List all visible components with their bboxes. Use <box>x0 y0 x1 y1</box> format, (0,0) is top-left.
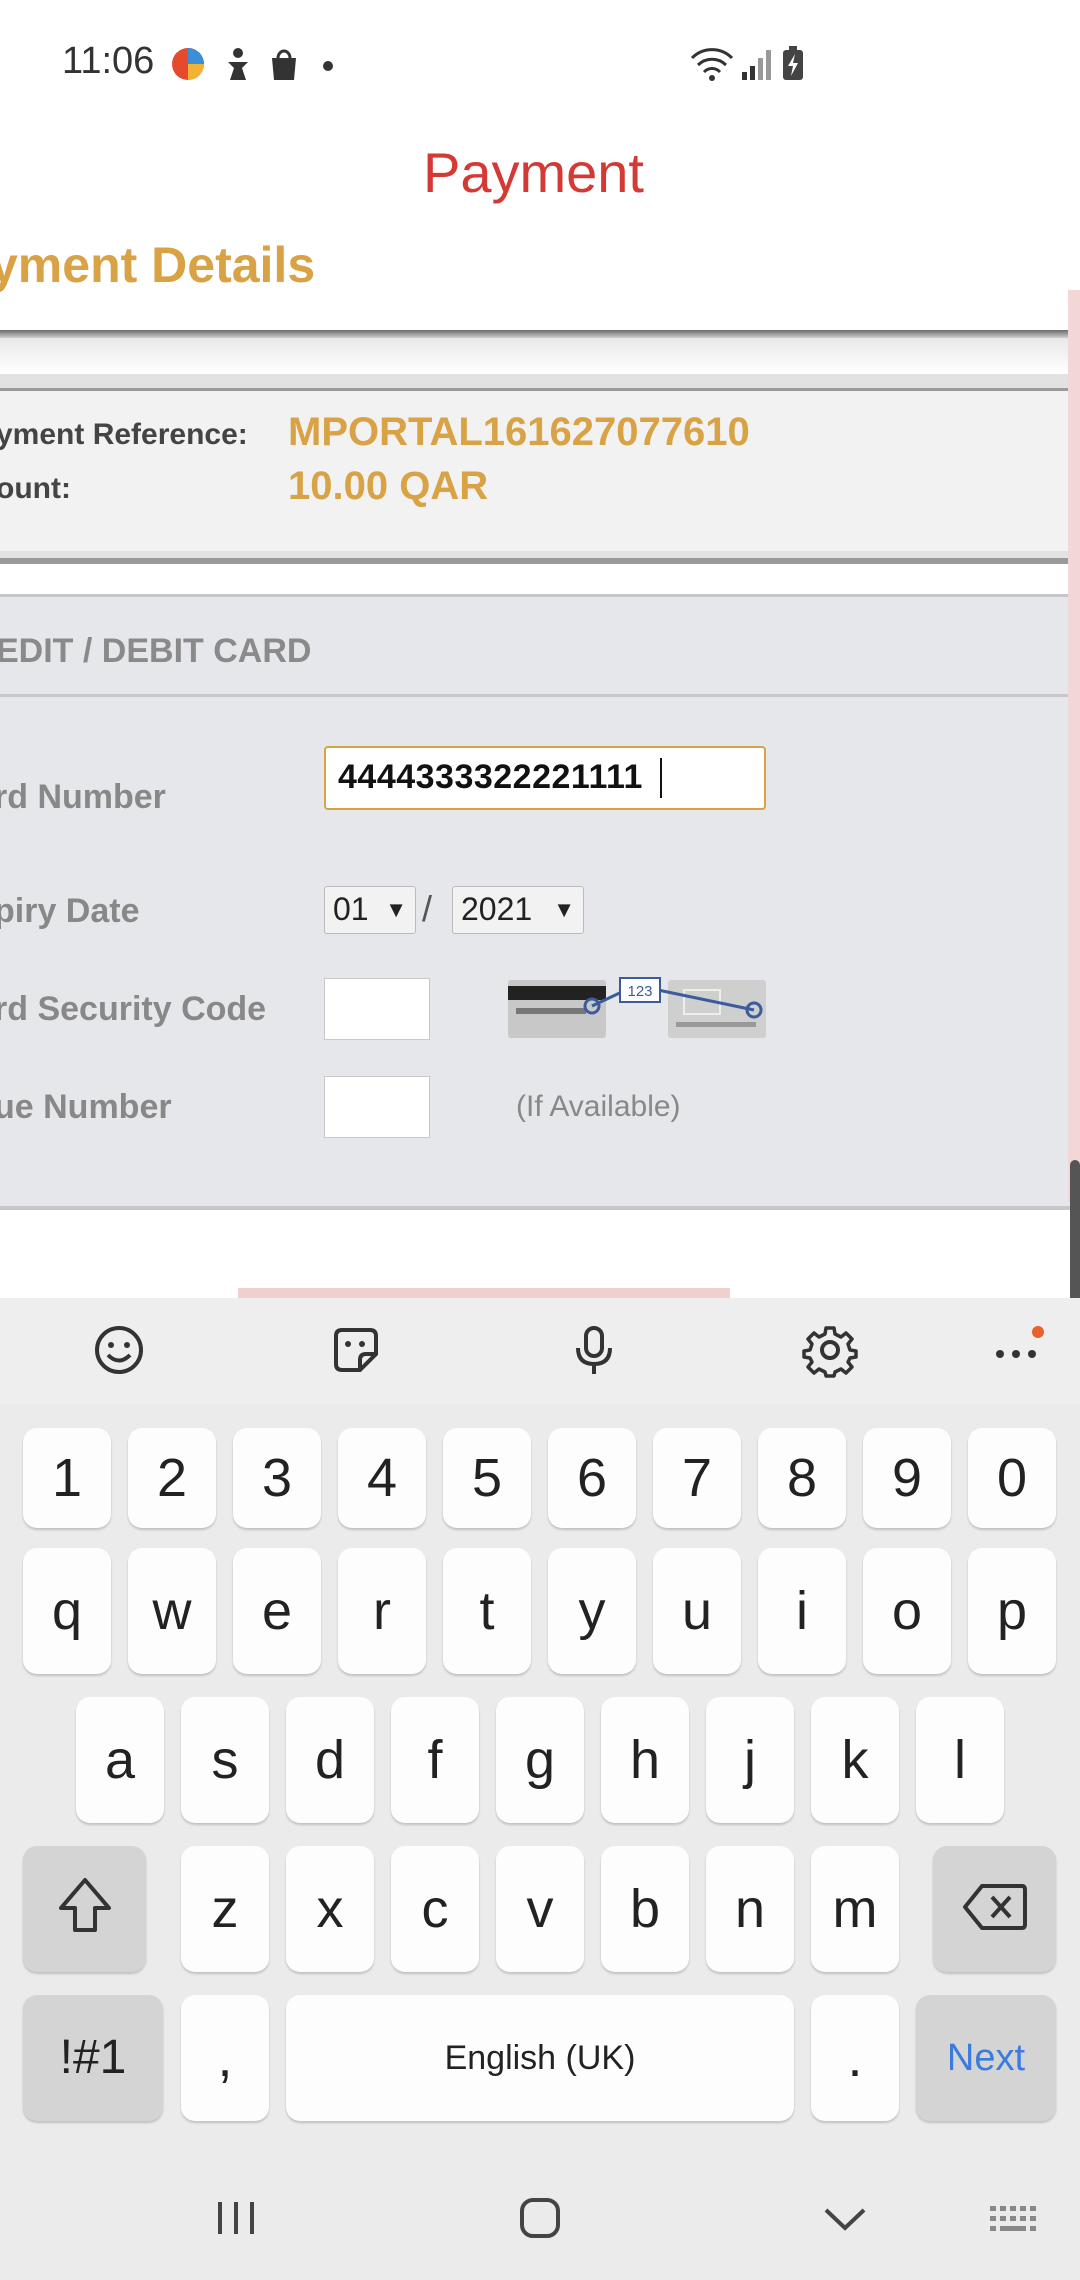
issue-number-input[interactable] <box>324 1076 430 1138</box>
divider-shadow <box>0 338 1080 374</box>
payment-details-heading: yment Details <box>0 237 316 293</box>
space-key[interactable]: English (UK) <box>286 1995 794 2121</box>
key-r[interactable]: r <box>338 1548 426 1674</box>
key-c[interactable]: c <box>391 1846 479 1972</box>
shopping-bag-icon <box>272 49 296 80</box>
expiry-month-value: 01 <box>333 891 369 927</box>
home-icon[interactable] <box>518 2196 562 2240</box>
key-y[interactable]: y <box>548 1548 636 1674</box>
key-7[interactable]: 7 <box>653 1428 741 1528</box>
key-o[interactable]: o <box>863 1548 951 1674</box>
security-hint-number: 123 <box>627 983 652 1000</box>
key-b[interactable]: b <box>601 1846 689 1972</box>
key-d[interactable]: d <box>286 1697 374 1823</box>
battery-charging-icon <box>783 46 803 80</box>
key-5[interactable]: 5 <box>443 1428 531 1528</box>
settings-icon[interactable] <box>802 1322 858 1378</box>
status-time: 11:06 <box>62 40 155 82</box>
key-z[interactable]: z <box>181 1846 269 1972</box>
amount-value: 10.00 QAR <box>288 464 489 508</box>
issue-number-label: ue Number <box>0 1088 172 1126</box>
key-n[interactable]: n <box>706 1846 794 1972</box>
key-a[interactable]: a <box>76 1697 164 1823</box>
key-i[interactable]: i <box>758 1548 846 1674</box>
dropdown-arrow-icon: ▼ <box>553 897 575 922</box>
sticker-icon[interactable] <box>328 1322 384 1378</box>
expiry-year-select[interactable]: 2021 ▼ <box>452 886 584 934</box>
dropdown-arrow-icon: ▼ <box>385 897 407 922</box>
shift-key[interactable] <box>23 1846 146 1972</box>
key-e[interactable]: e <box>233 1548 321 1674</box>
key-l[interactable]: l <box>916 1697 1004 1823</box>
key-1[interactable]: 1 <box>23 1428 111 1528</box>
card-number-value: 4444333322221111 <box>338 758 643 796</box>
card-number-input[interactable]: 4444333322221111 <box>324 746 766 810</box>
app-notification-icon <box>172 48 204 80</box>
wifi-icon <box>690 48 734 81</box>
expiry-month-select[interactable]: 01 ▼ <box>324 886 416 934</box>
amount-label: ount: <box>0 472 71 505</box>
key-k[interactable]: k <box>811 1697 899 1823</box>
expiry-date-label: piry Date <box>0 892 140 930</box>
symbols-key[interactable]: !#1 <box>23 1995 163 2121</box>
text-cursor <box>660 758 662 798</box>
recent-apps-icon[interactable] <box>214 2198 258 2238</box>
key-w[interactable]: w <box>128 1548 216 1674</box>
key-p[interactable]: p <box>968 1548 1056 1674</box>
key-u[interactable]: u <box>653 1548 741 1674</box>
key-6[interactable]: 6 <box>548 1428 636 1528</box>
signal-icon <box>742 50 771 80</box>
key-0[interactable]: 0 <box>968 1428 1056 1528</box>
issue-number-hint: (If Available) <box>516 1090 681 1123</box>
key-x[interactable]: x <box>286 1846 374 1972</box>
keyboard-toolbar <box>0 1298 1080 1404</box>
key-g[interactable]: g <box>496 1697 584 1823</box>
page-scrollbar[interactable] <box>1068 290 1080 1202</box>
key-8[interactable]: 8 <box>758 1428 846 1528</box>
pay-button-edge[interactable] <box>238 1288 730 1298</box>
next-key[interactable]: Next <box>916 1995 1056 2121</box>
key-2[interactable]: 2 <box>128 1428 216 1528</box>
status-bar: 11:06 <box>0 0 1080 130</box>
microphone-icon[interactable] <box>566 1322 622 1378</box>
expiry-separator: / <box>422 888 433 929</box>
key-h[interactable]: h <box>601 1697 689 1823</box>
spacer <box>0 564 1080 594</box>
comma-key[interactable]: , <box>181 1995 269 2121</box>
security-code-hint-icon: 123 <box>508 976 768 1042</box>
divider <box>0 330 1080 338</box>
period-key[interactable]: . <box>811 1995 899 2121</box>
emoji-icon[interactable] <box>91 1322 147 1378</box>
backspace-key[interactable] <box>933 1846 1056 1972</box>
key-s[interactable]: s <box>181 1697 269 1823</box>
key-f[interactable]: f <box>391 1697 479 1823</box>
payment-reference-value: MPORTAL161627077610 <box>288 410 750 454</box>
key-q[interactable]: q <box>23 1548 111 1674</box>
security-code-input[interactable] <box>324 978 430 1040</box>
more-icon[interactable] <box>990 1322 1046 1378</box>
payment-reference-label: yment Reference: <box>0 418 248 451</box>
key-v[interactable]: v <box>496 1846 584 1972</box>
card-number-label: rd Number <box>0 778 166 816</box>
page-title: Payment <box>423 141 644 204</box>
hide-keyboard-icon[interactable] <box>822 2204 868 2234</box>
card-section-title: EDIT / DEBIT CARD <box>0 632 312 670</box>
accessibility-icon <box>228 48 248 80</box>
security-code-label: rd Security Code <box>0 990 267 1028</box>
key-4[interactable]: 4 <box>338 1428 426 1528</box>
notification-dot-icon <box>323 61 333 71</box>
key-t[interactable]: t <box>443 1548 531 1674</box>
key-m[interactable]: m <box>811 1846 899 1972</box>
shift-icon <box>58 1878 111 1932</box>
key-9[interactable]: 9 <box>863 1428 951 1528</box>
key-3[interactable]: 3 <box>233 1428 321 1528</box>
expiry-year-value: 2021 <box>461 891 533 927</box>
keyboard-switch-icon[interactable] <box>988 2204 1040 2236</box>
backspace-icon <box>962 1884 1027 1930</box>
key-j[interactable]: j <box>706 1697 794 1823</box>
divider <box>0 694 1080 697</box>
button-area <box>0 1210 1080 1298</box>
